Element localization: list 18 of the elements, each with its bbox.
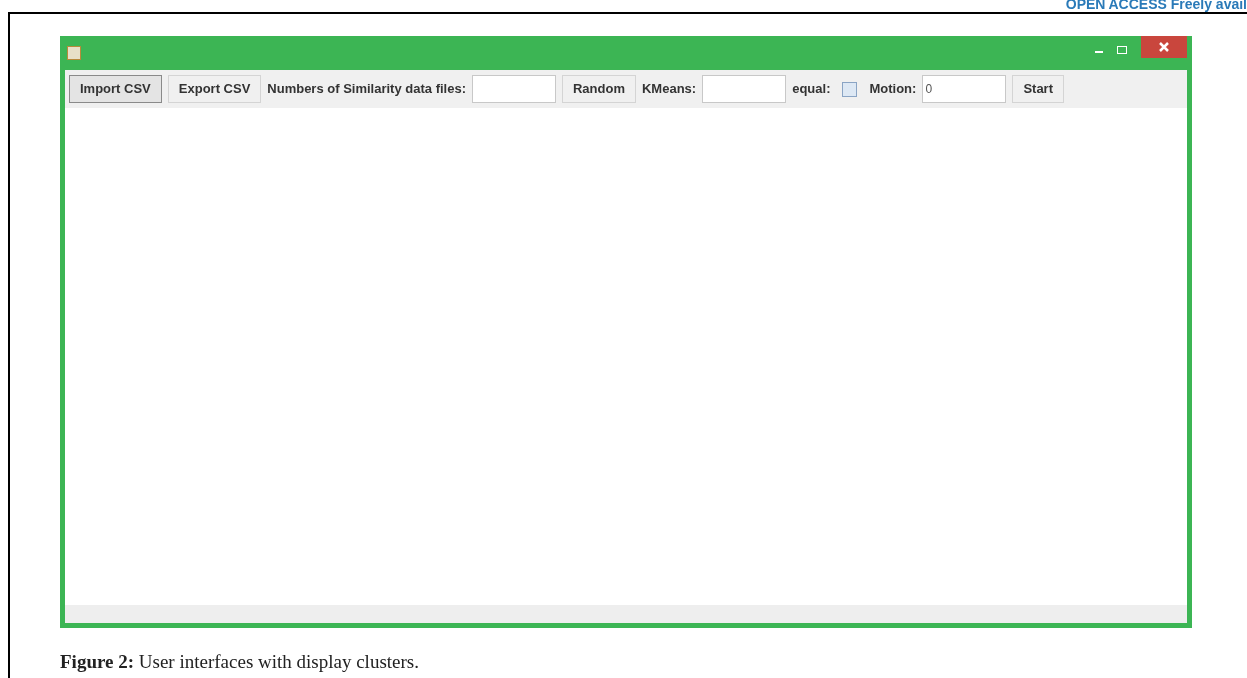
close-button[interactable]: [1141, 36, 1187, 58]
input-field[interactable]: 0: [922, 75, 1007, 103]
figure-caption: Figure 2: User interfaces with display clusters.: [60, 650, 420, 674]
close-icon: [1159, 42, 1169, 52]
toolbar-button[interactable]: Export CSV: [167, 75, 262, 103]
maximize-icon[interactable]: [1117, 46, 1127, 54]
field-label: equal:: [792, 80, 831, 99]
toolbar-button[interactable]: Start: [1012, 75, 1064, 103]
checkbox[interactable]: [842, 81, 858, 97]
toolbar-button[interactable]: Random: [562, 75, 636, 103]
field-label: Numbers of Similarity data files:: [267, 80, 466, 99]
java-icon: [67, 46, 81, 60]
header-label: OPEN: [1065, 0, 1106, 14]
input-field[interactable]: [702, 75, 787, 103]
toolbar-button[interactable]: Import CSV: [69, 75, 162, 103]
field-label: Motion:: [869, 80, 917, 99]
field-label: KMeans:: [642, 80, 697, 99]
input-field[interactable]: [472, 75, 556, 103]
